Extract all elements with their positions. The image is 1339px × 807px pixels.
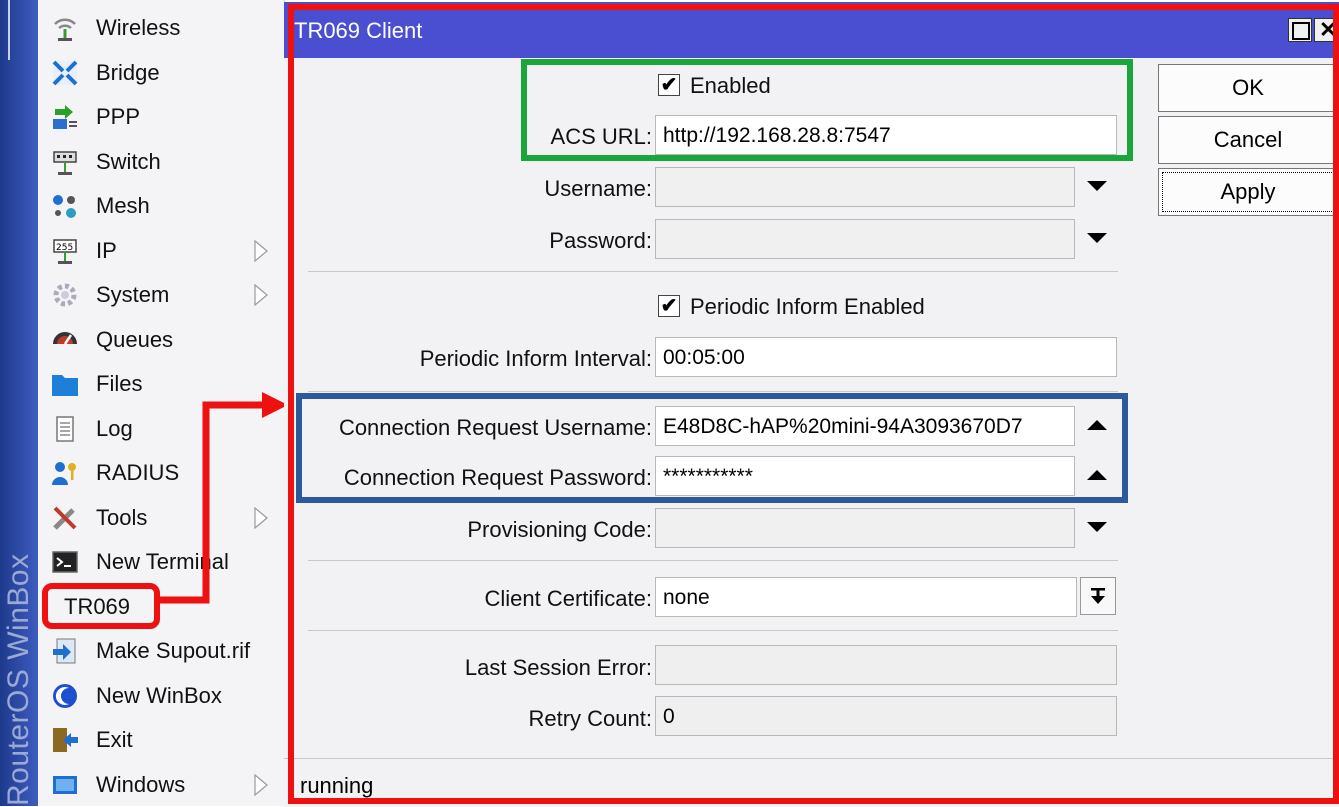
sidebar-item-switch[interactable]: Switch: [38, 140, 284, 184]
sidebar-item-ip[interactable]: 255 IP: [38, 229, 284, 273]
sidebar-item-label: New WinBox: [96, 682, 222, 708]
sidebar-item-label: Queues: [96, 326, 174, 352]
last-session-error-value: [655, 645, 1117, 685]
separator: [308, 391, 1118, 392]
close-button[interactable]: ✕: [1314, 17, 1338, 42]
highlight-box-red-tr069: [42, 583, 160, 629]
sidebar-item-label: Make Supout.rif: [96, 638, 251, 663]
provisioning-code-label: Provisioning Code:: [467, 517, 652, 542]
sidebar-item-mesh[interactable]: Mesh: [38, 184, 284, 228]
acs-url-label: ACS URL:: [550, 124, 652, 149]
switch-icon: [50, 147, 80, 177]
connector-arrow: [160, 392, 288, 604]
sidebar-item-label: Bridge: [96, 59, 160, 85]
winbox-icon: [50, 681, 80, 711]
mesh-icon: [50, 191, 80, 221]
separator: [308, 271, 1118, 272]
status-text: running: [300, 773, 374, 798]
sidebar-item-make-supout-rif[interactable]: Make Supout.rif: [38, 629, 284, 673]
sidebar-item-queues[interactable]: Queues: [38, 318, 284, 362]
conn-req-password-label: Connection Request Password:: [343, 465, 652, 490]
files-icon: [50, 369, 80, 399]
window-title: TR069 Client: [294, 18, 423, 43]
periodic-inform-interval-input[interactable]: 00:05:00: [655, 337, 1117, 377]
conn-req-username-collapse-icon[interactable]: [1087, 420, 1107, 430]
client-certificate-select[interactable]: none: [655, 577, 1077, 617]
sidebar-item-exit[interactable]: Exit: [38, 718, 284, 762]
enabled-checkbox[interactable]: ✔: [658, 74, 680, 96]
sidebar-item-system[interactable]: System: [38, 273, 284, 317]
username-dropdown-icon[interactable]: [1087, 181, 1107, 191]
terminal-icon: [50, 547, 80, 577]
submenu-arrow-icon: [254, 773, 268, 796]
provisioning-code-dropdown-icon[interactable]: [1087, 522, 1107, 532]
sidebar-item-label: IP: [96, 237, 117, 263]
maximize-button[interactable]: [1288, 18, 1312, 42]
conn-req-username-label: Connection Request Username:: [338, 415, 652, 440]
sidebar-item-windows[interactable]: Windows: [38, 763, 284, 807]
sidebar-item-label: Wireless: [96, 15, 181, 40]
sidebar-item-wireless[interactable]: Wireless: [38, 6, 284, 50]
password-label: Password:: [549, 228, 652, 253]
strip-divider: [8, 0, 10, 60]
apply-button[interactable]: Apply: [1158, 168, 1338, 216]
sidebar-item-label: Mesh: [96, 193, 150, 218]
system-icon: [50, 280, 80, 310]
supout-icon: [50, 636, 80, 666]
brand-strip: RouterOS WinBox: [0, 0, 38, 806]
retry-count-value: 0: [655, 696, 1117, 736]
sidebar-item-label: Windows: [96, 771, 186, 797]
submenu-arrow-icon: [254, 284, 268, 306]
window-titlebar[interactable]: TR069 Client ✕: [284, 2, 1339, 58]
cancel-button[interactable]: Cancel: [1158, 116, 1338, 164]
client-certificate-label: Client Certificate:: [484, 586, 652, 611]
sidebar-item-bridge[interactable]: Bridge: [38, 51, 284, 95]
sidebar-item-label: Tools: [96, 504, 148, 530]
queues-icon: [50, 325, 80, 355]
sidebar-item-label: System: [96, 282, 170, 307]
acs-url-input[interactable]: http://192.168.28.8:7547: [655, 115, 1117, 155]
sidebar-item-label: Switch: [96, 148, 161, 174]
ip-icon: 255: [50, 236, 80, 266]
password-input[interactable]: [655, 219, 1075, 259]
password-dropdown-icon[interactable]: [1087, 233, 1107, 243]
sidebar-item-label: PPP: [96, 104, 141, 129]
sidebar-item-label: Files: [96, 371, 143, 396]
sidebar-item-label: Exit: [96, 727, 133, 752]
conn-req-password-collapse-icon[interactable]: [1087, 470, 1107, 480]
sidebar-item-new-winbox[interactable]: New WinBox: [38, 674, 284, 718]
periodic-inform-enabled-label: Periodic Inform Enabled: [690, 294, 925, 319]
radius-icon: [50, 458, 80, 488]
close-icon: ✕: [1319, 17, 1338, 42]
wireless-icon: [50, 13, 80, 43]
provisioning-code-input[interactable]: [655, 508, 1075, 548]
conn-req-password-input[interactable]: ***********: [655, 456, 1075, 496]
periodic-inform-interval-label: Periodic Inform Interval:: [419, 346, 652, 371]
client-certificate-dropdown-button[interactable]: [1080, 577, 1116, 615]
windows-icon: [50, 770, 80, 800]
sidebar-item-ppp[interactable]: PPP: [38, 95, 284, 139]
retry-count-label: Retry Count:: [528, 706, 653, 731]
ok-button[interactable]: OK: [1158, 64, 1338, 112]
separator: [308, 560, 1118, 561]
username-input[interactable]: [655, 167, 1075, 207]
status-bar: running: [284, 758, 1339, 807]
svg-text:255: 255: [56, 243, 73, 253]
separator: [308, 630, 1118, 631]
bridge-icon: [50, 58, 80, 88]
exit-icon: [50, 725, 80, 755]
periodic-inform-checkbox[interactable]: ✔: [658, 295, 680, 317]
conn-req-username-input[interactable]: E48D8C-hAP%20mini-94A3093670D7: [655, 406, 1075, 446]
chevron-down-icon: [1091, 588, 1105, 604]
ppp-icon: [50, 102, 80, 132]
submenu-arrow-icon: [254, 239, 268, 262]
last-session-error-label: Last Session Error:: [464, 655, 652, 680]
tools-icon: [50, 503, 80, 533]
sidebar-item-label: Log: [96, 415, 133, 441]
enabled-label: Enabled: [690, 73, 771, 98]
username-label: Username:: [544, 176, 652, 201]
brand-text: RouterOS WinBox: [2, 553, 35, 806]
log-icon: [50, 414, 80, 444]
